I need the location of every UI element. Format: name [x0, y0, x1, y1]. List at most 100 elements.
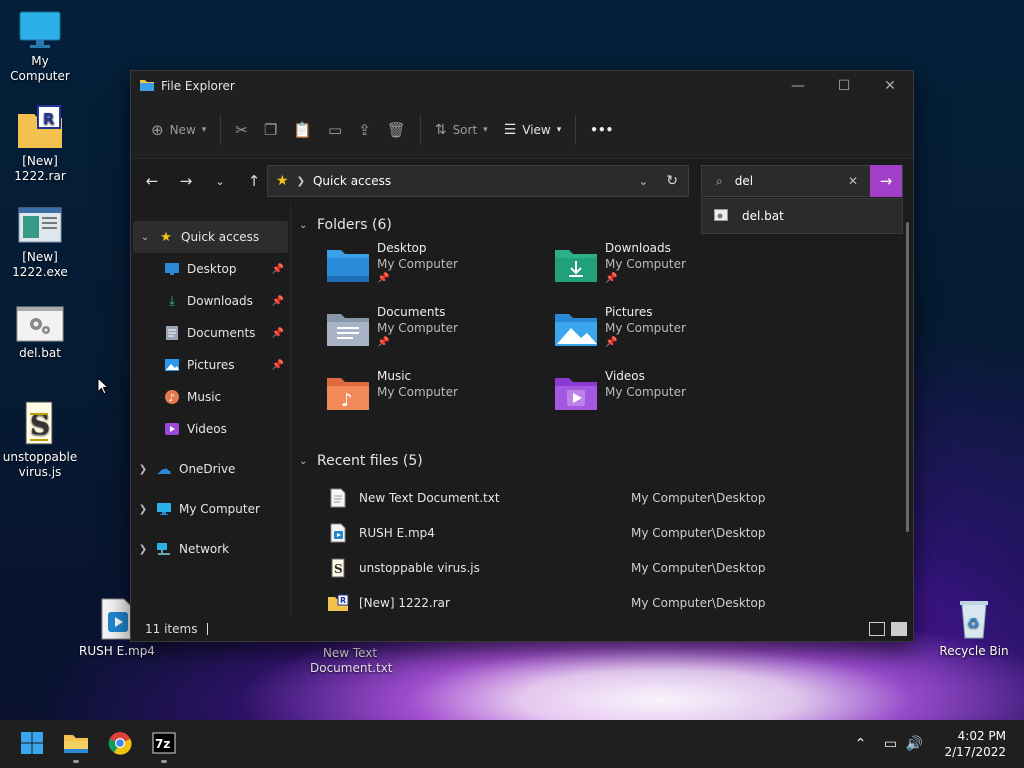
pin-icon: 📌 [605, 273, 618, 284]
sidebar-item-desktop[interactable]: Desktop 📌 [131, 253, 290, 285]
refresh-icon[interactable]: ↻ [666, 173, 678, 189]
clear-search-icon[interactable]: ✕ [848, 174, 858, 188]
copy-button[interactable]: ❐ [256, 114, 285, 146]
folder-videos[interactable]: Videos My Computer [553, 368, 773, 426]
folder-pictures[interactable]: Pictures My Computer 📌 [553, 304, 773, 362]
chevron-down-icon: ▾ [556, 124, 562, 135]
minimize-button[interactable]: — [775, 71, 821, 101]
sidebar-item-documents[interactable]: Documents 📌 [131, 317, 290, 349]
recent-file-row[interactable]: RUSH E.mp4 My Computer\Desktop [299, 515, 913, 550]
batch-gear-icon [16, 306, 64, 342]
address-bar[interactable]: ★ ❯ Quick access ⌄ ↻ [267, 165, 689, 197]
folders-grid: Desktop My Computer 📌 Downloads My Compu… [299, 240, 913, 446]
file-name: unstoppable virus.js [359, 560, 480, 575]
recent-files-section-header[interactable]: ⌄ Recent files (5) [299, 446, 913, 476]
chevron-down-icon[interactable]: ⌄ [299, 220, 317, 231]
new-button[interactable]: ⊕ New ▾ [143, 114, 214, 146]
sidebar-item-quick-access[interactable]: ⌄ ★ Quick access [133, 221, 288, 253]
desktop-icon-recycle-bin[interactable]: ♻ Recycle Bin [934, 598, 1014, 659]
forward-button[interactable]: → [169, 165, 203, 197]
recent-locations-button[interactable]: ⌄ [203, 165, 237, 197]
desktop-icon-label: Recycle Bin [939, 644, 1009, 658]
pin-icon: 📌 [271, 359, 284, 371]
desktop-icon-del-bat[interactable]: del.bat [0, 306, 80, 361]
network-status-icon[interactable]: ▭ [878, 736, 902, 752]
sidebar-item-my-computer[interactable]: ❯ My Computer [131, 493, 290, 525]
folder-documents[interactable]: Documents My Computer 📌 [325, 304, 545, 362]
folder-icon [139, 78, 155, 95]
star-icon: ★ [276, 173, 289, 189]
more-label: ••• [590, 122, 614, 137]
monitor-icon [18, 10, 62, 50]
taskbar-7zip[interactable]: 7z [142, 722, 186, 766]
folder-location: My Computer [605, 257, 686, 271]
svg-text:R: R [43, 110, 55, 128]
sidebar-item-onedrive[interactable]: ❯ ☁ OneDrive [131, 453, 290, 485]
videos-folder-icon [553, 374, 599, 414]
folder-music[interactable]: ♪ Music My Computer [325, 368, 545, 426]
folder-downloads[interactable]: Downloads My Computer 📌 [553, 240, 773, 298]
start-button[interactable] [10, 722, 54, 766]
desktop-folder-icon [325, 246, 371, 286]
search-box[interactable]: ⌕ del ✕ → [701, 165, 903, 197]
recent-file-row[interactable]: S unstoppable virus.js My Computer\Deskt… [299, 550, 913, 585]
search-submit-button[interactable]: → [870, 165, 902, 197]
chevron-right-icon[interactable]: ❯ [131, 504, 155, 515]
desktop-icon-my-computer[interactable]: My Computer [0, 10, 80, 84]
svg-text:S: S [30, 408, 50, 441]
sidebar-item-pictures[interactable]: Pictures 📌 [131, 349, 290, 381]
search-input[interactable]: del [735, 174, 753, 188]
clock[interactable]: 4:02 PM 2/17/2022 [944, 728, 1006, 760]
folder-name: Downloads [605, 241, 671, 255]
desktop-icon-exe[interactable]: [New] 1222.exe [0, 206, 80, 280]
folder-icon [63, 732, 89, 757]
close-button[interactable]: ✕ [867, 71, 913, 101]
chevron-up-icon[interactable]: ⌃ [848, 736, 872, 752]
chevron-right-icon[interactable]: ❯ [131, 464, 155, 475]
view-button[interactable]: ☰ View ▾ [496, 114, 570, 146]
chevron-down-icon[interactable]: ⌄ [133, 232, 157, 243]
folder-desktop[interactable]: Desktop My Computer 📌 [325, 240, 545, 298]
sidebar-item-music[interactable]: ♪ Music [131, 381, 290, 413]
chevron-down-icon[interactable]: ⌄ [299, 456, 317, 467]
details-view-button[interactable] [869, 622, 885, 636]
maximize-button[interactable]: ☐ [821, 71, 867, 101]
address-dropdown-button[interactable]: ⌄ [639, 175, 648, 188]
trash-icon: 🗑 [386, 120, 406, 139]
sidebar-item-network[interactable]: ❯ Network [131, 533, 290, 565]
sidebar-item-downloads[interactable]: ⤓ Downloads 📌 [131, 285, 290, 317]
more-options-button[interactable]: ••• [582, 114, 621, 146]
taskbar-file-explorer[interactable] [54, 722, 98, 766]
chevron-down-icon: ▾ [201, 124, 207, 135]
vertical-scrollbar[interactable] [906, 222, 909, 532]
clock-date: 2/17/2022 [944, 745, 1006, 759]
delete-button[interactable]: 🗑 [379, 114, 414, 146]
cut-button[interactable]: ✂ [227, 114, 256, 146]
file-location: My Computer\Desktop [631, 560, 766, 575]
chevron-right-icon[interactable]: ❯ [131, 544, 155, 555]
volume-icon[interactable]: 🔊 [902, 736, 926, 752]
recent-file-row[interactable]: R [New] 1222.rar My Computer\Desktop [299, 585, 913, 620]
documents-folder-icon [325, 310, 371, 350]
view-label: View [522, 122, 551, 137]
title-bar[interactable]: File Explorer — ☐ ✕ [131, 71, 913, 101]
pin-icon: 📌 [271, 327, 284, 339]
recent-file-row[interactable]: New Text Document.txt My Computer\Deskto… [299, 480, 913, 515]
desktop-icon-rar[interactable]: R [New] 1222.rar [0, 104, 80, 184]
desktop-icon-virus-js[interactable]: S unstoppable virus.js [0, 400, 80, 480]
desktop-icon-new-text[interactable]: New Text Document.txt [310, 646, 393, 676]
script-file-icon: S [327, 557, 349, 579]
up-button[interactable]: ↑ [237, 165, 271, 197]
rename-button[interactable]: ▭ [320, 114, 350, 146]
large-icons-view-button[interactable] [891, 622, 907, 636]
share-button[interactable]: ⇪ [350, 114, 379, 146]
share-icon: ⇪ [358, 120, 371, 139]
sort-label: Sort [452, 122, 478, 137]
back-button[interactable]: ← [135, 165, 169, 197]
sidebar-item-videos[interactable]: Videos [131, 413, 290, 445]
copy-icon: ❐ [263, 120, 278, 139]
sort-button[interactable]: ⇅ Sort ▾ [427, 114, 496, 146]
paste-button[interactable]: 📋 [285, 114, 320, 146]
taskbar-chrome[interactable] [98, 722, 142, 766]
search-suggestion[interactable]: del.bat [701, 198, 903, 234]
